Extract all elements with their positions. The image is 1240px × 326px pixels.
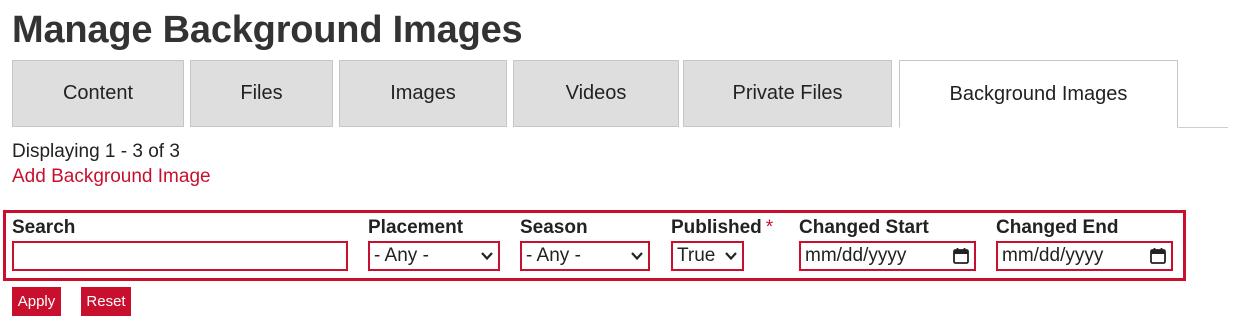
placement-label: Placement	[368, 217, 464, 238]
published-select[interactable]: True	[671, 241, 744, 271]
chevron-down-icon	[481, 252, 493, 261]
published-select-value: True	[677, 245, 716, 266]
tab-label: Images	[390, 82, 456, 104]
tab-label: Content	[62, 82, 134, 104]
chevron-down-icon	[631, 252, 643, 261]
tab-background-images[interactable]: Background Images	[899, 60, 1178, 128]
tab-label: Private Files	[732, 82, 843, 104]
changed-start-date-input[interactable]: mm/dd/yyyy	[799, 241, 976, 271]
tab-label: Background Images	[949, 82, 1128, 105]
season-select[interactable]: - Any -	[520, 241, 650, 271]
changed-end-date-input[interactable]: mm/dd/yyyy	[996, 241, 1173, 271]
tab-files[interactable]: Files	[190, 60, 333, 127]
apply-button[interactable]: Apply	[12, 287, 61, 316]
tab-bar: Content Files Images Videos Private File…	[12, 60, 1228, 128]
tab-label: Videos	[565, 82, 627, 104]
page-title: Manage Background Images	[12, 9, 523, 51]
season-select-value: - Any -	[526, 245, 581, 266]
tab-videos[interactable]: Videos	[513, 60, 679, 127]
chevron-down-icon	[725, 252, 737, 261]
changed-end-value: mm/dd/yyyy	[1002, 245, 1104, 266]
required-marker: *	[765, 217, 774, 238]
tab-images[interactable]: Images	[339, 60, 507, 127]
calendar-icon[interactable]	[1149, 247, 1167, 265]
reset-button[interactable]: Reset	[81, 287, 131, 316]
tab-bar-divider	[1178, 127, 1228, 128]
tab-label: Files	[240, 82, 283, 104]
season-label: Season	[520, 217, 588, 238]
changed-start-value: mm/dd/yyyy	[805, 245, 907, 266]
published-label: Published *	[671, 217, 773, 239]
search-label: Search	[12, 217, 76, 238]
published-label-text: Published	[671, 217, 762, 238]
placement-select[interactable]: - Any -	[368, 241, 500, 271]
changed-end-label: Changed End	[996, 217, 1119, 238]
search-input[interactable]	[12, 241, 348, 271]
placement-select-value: - Any -	[374, 245, 429, 266]
calendar-icon[interactable]	[952, 247, 970, 265]
changed-start-label: Changed Start	[799, 217, 929, 238]
tab-content[interactable]: Content	[12, 60, 184, 127]
tab-private-files[interactable]: Private Files	[683, 60, 892, 127]
add-background-image-link[interactable]: Add Background Image	[12, 166, 211, 188]
result-count: Displaying 1 - 3 of 3	[12, 141, 180, 162]
